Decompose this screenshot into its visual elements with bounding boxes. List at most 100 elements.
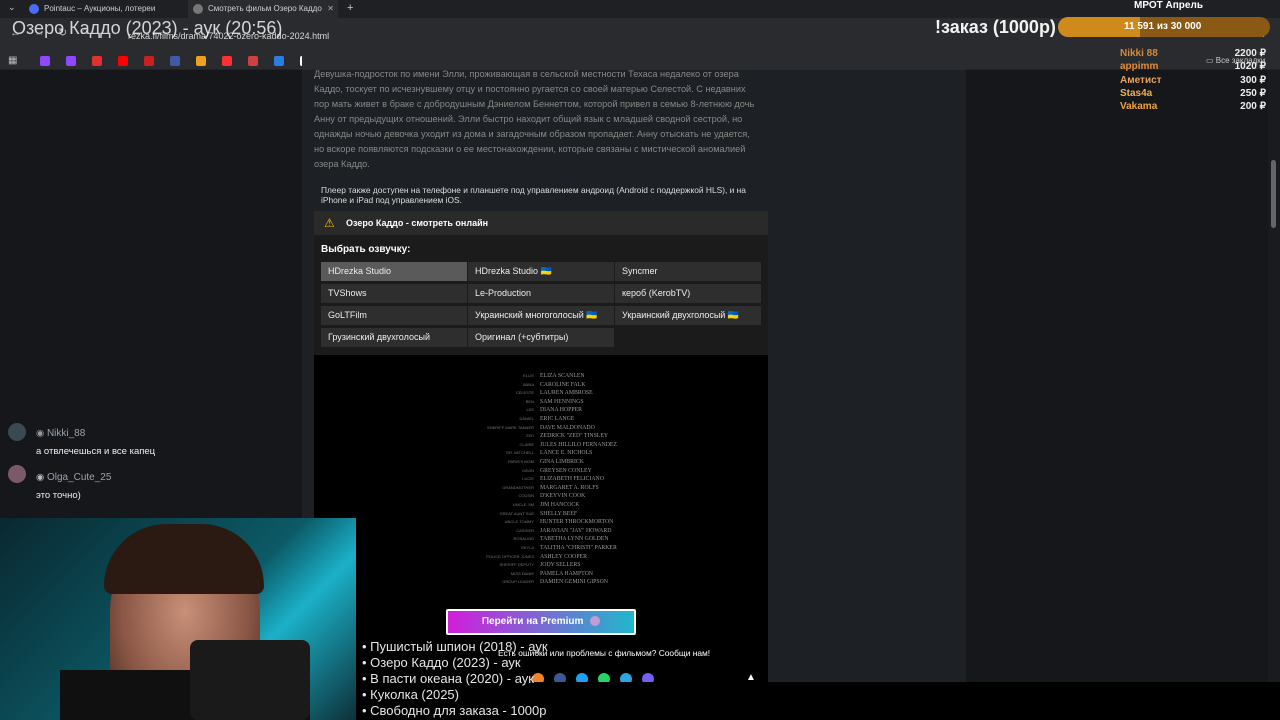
credit-line: ZED ZEDRICK "ZED" TINSLEY: [430, 432, 650, 441]
credit-name: CAROLINE FALK: [540, 381, 586, 388]
credit-line: SHERIFF DEPUTY JODY SELLERS: [430, 561, 650, 570]
credit-role: GAVIN: [521, 467, 534, 473]
voice-option[interactable]: HDrezka Studio 🇺🇦: [468, 262, 614, 281]
voice-option[interactable]: Le-Production: [468, 284, 614, 303]
scrollbar-thumb[interactable]: [1271, 160, 1276, 228]
credit-role: DR. MITCHELL: [506, 450, 534, 456]
credit-line: SHERIFF MARK TANNER DAVE MALDONADO: [430, 424, 650, 433]
bookmarks-bar-overlap: [302, 52, 966, 70]
credit-line: MISS DANIE PAMELA HAMPTON: [430, 570, 650, 579]
voice-option[interactable]: GoLTFilm: [321, 306, 467, 325]
queue-item: • Куколка (2025): [362, 687, 459, 702]
voice-option[interactable]: Syncmer: [615, 262, 761, 281]
bookmark-icon[interactable]: [92, 56, 102, 66]
avatar: [8, 423, 26, 441]
credit-line: GROUP LEADER DAMIEN GEMINI GIPSON: [430, 578, 650, 587]
credit-role: SHERIFF DEPUTY: [499, 562, 534, 568]
chevron-down-icon[interactable]: ⌄: [8, 2, 16, 13]
credit-role: MISS DANIE: [510, 570, 534, 576]
credit-role: SKYLA: [521, 545, 534, 550]
queue-item: • Пушистый шпион (2018) - аук: [362, 639, 548, 654]
bookmark-icon[interactable]: [118, 56, 128, 66]
credit-name: ZEDRICK "ZED" TINSLEY: [540, 433, 609, 440]
credit-line: LEE DIANA HOPPER: [430, 406, 650, 415]
description-line: но вскоре появляются подсказки о ее мест…: [314, 144, 746, 154]
voice-option[interactable]: HDrezka Studio: [321, 262, 467, 281]
credit-line: UNCLE JIM JIM HANCOCK: [430, 501, 650, 510]
pointauc-icon: [29, 4, 39, 14]
credit-line: ELLIE ELIZA SCANLEN: [430, 372, 650, 381]
bookmark-icon[interactable]: [66, 56, 76, 66]
credit-role: LUCIE: [522, 476, 534, 482]
bookmark-icon[interactable]: [196, 56, 206, 66]
new-tab-icon[interactable]: +: [347, 2, 353, 14]
credit-line: CASHIER JARAVIAN "JAY" HOWARD: [430, 527, 650, 536]
donor-row: Nikki 88 2200 ₽: [1120, 48, 1270, 61]
donor-row: Vakama 200 ₽: [1120, 101, 1270, 114]
credit-role: LEE: [526, 407, 534, 413]
description-line: Анну от предыдущих отношений. Элли быстр…: [314, 114, 743, 124]
tab-pointauc[interactable]: Pointauc – Аукционы, лотереи: [24, 0, 184, 18]
credit-role: BEN: [525, 398, 534, 404]
voice-option[interactable]: Украинский двухголосый 🇺🇦: [615, 306, 761, 325]
credit-name: ASHLEY COOPER: [540, 553, 587, 560]
chat-message: а отвлечешься и все капец: [36, 446, 156, 457]
voice-option[interactable]: Украинский многоголосый 🇺🇦: [468, 306, 614, 325]
credit-role: DANIEL: [519, 416, 534, 421]
viewer-icon: ◉: [36, 428, 45, 439]
credit-name: D'KEYVIN COOK: [540, 493, 586, 500]
bookmark-icon[interactable]: [274, 56, 284, 66]
bookmark-icon[interactable]: [248, 56, 258, 66]
donor-name: Stas4a: [1120, 88, 1153, 99]
credit-name: ELIZABETH FELICIANO: [540, 476, 604, 483]
voice-option[interactable]: Грузинский двухголосый: [321, 328, 467, 347]
voice-option[interactable]: кероб (KerobTV): [615, 284, 761, 303]
bookmark-icon[interactable]: [144, 56, 154, 66]
credit-name: MARGARET A. ROLFS: [540, 484, 599, 491]
donor-name: Аметист: [1120, 75, 1162, 86]
credit-line: BEN SAM HENNINGS: [430, 398, 650, 407]
stream-title: Озеро Каддо (2023) - аук (20:56): [12, 18, 283, 38]
warning-icon: ⚠: [324, 216, 335, 230]
chat-user: Olga_Cute_25: [46, 472, 112, 483]
voice-option[interactable]: TVShows: [321, 284, 467, 303]
credit-name: SHELLY BEEF: [540, 510, 578, 517]
credit-role: POLICE OFFICER JONES: [486, 553, 534, 559]
credit-name: LANCE E. NICHOLS: [540, 450, 593, 457]
voice-option[interactable]: Оригинал (+субтитры): [468, 328, 614, 347]
donor-name: appimm: [1120, 61, 1159, 72]
premium-button[interactable]: Перейти на Premium: [446, 609, 636, 635]
credit-role: CELESTE: [515, 390, 534, 396]
voice-label: Выбрать озвучку:: [321, 244, 411, 255]
tab-rezka[interactable]: Смотреть фильм Озеро Каддо ✕: [188, 0, 338, 18]
description-line: однажды ночью девочка уходит из дома и з…: [314, 129, 750, 139]
donor-name: Vakama: [1120, 101, 1158, 112]
credit-role: CASHIER: [516, 527, 534, 533]
queue-item: • Свободно для заказа - 1000р: [362, 703, 547, 718]
description-line: озера Каддо.: [314, 159, 370, 169]
credit-name: PAMELA HAMPTON: [540, 570, 593, 577]
donor-amount: 2200 ₽: [1234, 48, 1266, 59]
credit-line: PARIS'S MOM GINA LIMBRICK: [430, 458, 650, 467]
bookmark-icon[interactable]: [40, 56, 50, 66]
tab-bar: Pointauc – Аукционы, лотереи Смотреть фи…: [0, 0, 1280, 18]
credit-line: POLICE OFFICER JONES ASHLEY COOPER: [430, 553, 650, 562]
credit-line: GAVIN GREYSEN CONLEY: [430, 467, 650, 476]
microphone: [190, 640, 310, 720]
donor-amount: 250 ₽: [1240, 88, 1266, 99]
apps-icon[interactable]: ▦: [8, 55, 17, 66]
credit-name: GREYSEN CONLEY: [540, 467, 592, 474]
player-note: Плеер также доступен на телефоне и планш…: [321, 185, 746, 205]
credit-line: COUSIN D'KEYVIN COOK: [430, 492, 650, 501]
credit-name: DAVE MALDONADO: [540, 424, 595, 431]
avatar: [8, 465, 26, 483]
close-icon[interactable]: ✕: [327, 0, 334, 18]
bookmark-icon[interactable]: [222, 56, 232, 66]
credit-line: LUCIE ELIZABETH FELICIANO: [430, 475, 650, 484]
rezka-icon: [193, 4, 203, 14]
queue-item: • Озеро Каддо (2023) - аук: [362, 655, 521, 670]
bookmark-icon[interactable]: [170, 56, 180, 66]
credit-role: ROSALIND: [513, 536, 534, 542]
credit-role: ZED: [526, 433, 534, 439]
credit-line: GRANDMOTHER MARGARET A. ROLFS: [430, 484, 650, 493]
